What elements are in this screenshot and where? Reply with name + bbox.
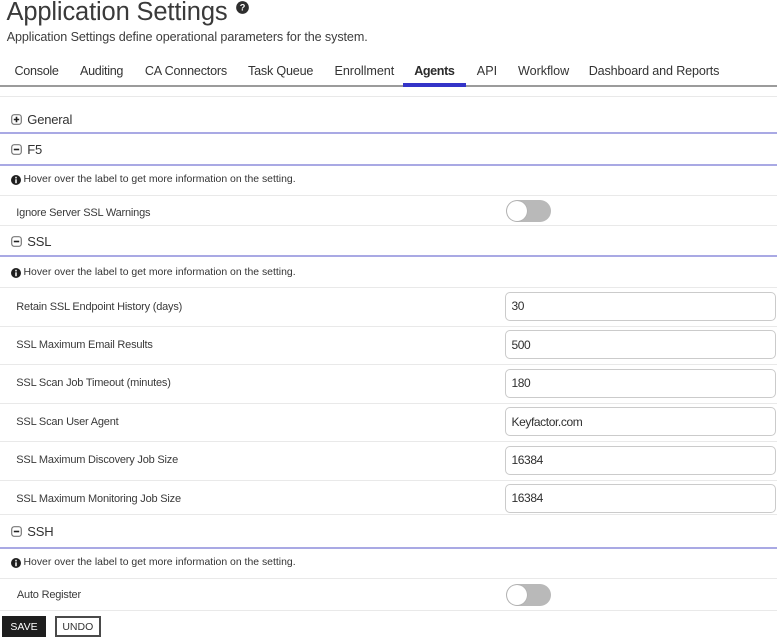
svg-text:?: ? bbox=[239, 3, 245, 13]
